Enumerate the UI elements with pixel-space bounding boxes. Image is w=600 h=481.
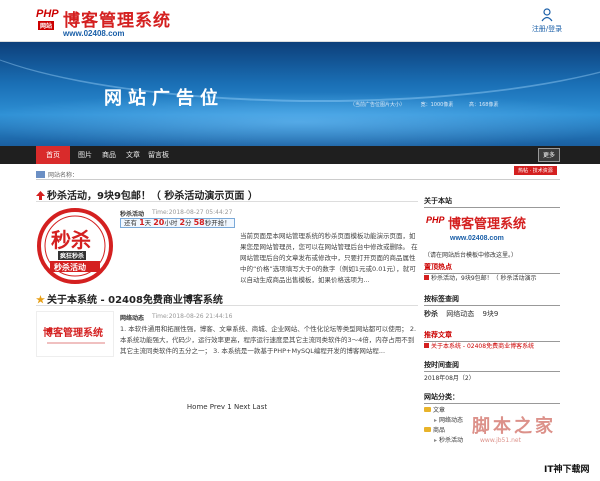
category-label: 秒杀活动 [439,437,464,444]
pagination[interactable]: Home Prev 1 Next Last [36,403,418,411]
tag-link[interactable]: 网络动态 [446,310,474,318]
sidebar-tags-heading: 按标签查阅 [424,294,560,306]
folder-icon [424,407,431,412]
sidebar-about-logo[interactable]: PHP 博客管理系统 www.02408.com [424,211,560,251]
countdown-timer: 还有 1天 20小时 2分 58秒开抢！ [120,218,235,228]
php-logo-icon: PHP [426,215,445,225]
bullet-icon [424,275,429,280]
tag-link[interactable]: 秒杀 [424,310,438,318]
sidebar-about: 关于本站 PHP 博客管理系统 www.02408.com （请在网站后台模板中… [424,196,560,261]
top-bar: PHP 网站 博客管理系统 www.02408.com 注册/登录 [0,0,600,42]
ad-banner[interactable]: 网站广告位 （当前广告位图片大小） 宽：1000像素 高：168像素 [0,42,600,146]
nav-item-images[interactable]: 图片 [78,146,92,164]
sidebar-recommended-item[interactable]: 关于本系统 - 02408免费商业博客系统 [424,342,560,352]
article-time: Time:2018-08-27 05:44:27 [152,209,233,216]
countdown-days-unit: 天 [144,219,152,227]
folder-icon [424,427,431,432]
main-nav: 首页 图片 商品 文章 留言板 更多 [0,146,600,164]
sidebar-recommended: 推荐文章 关于本系统 - 02408免费商业博客系统 [424,330,560,352]
thumb-logo-text: 博客管理系统 [43,328,103,339]
banner-meta-width: 宽：1000像素 [420,102,454,108]
sidebar-top-item-text: 秒杀活动，9块9包邮！（ 秒杀活动演示 [431,275,537,282]
article-title[interactable]: 关于本系统 - 02408免费商业博客系统 [36,291,223,306]
thumb-badge: 疯狂秒杀 [58,251,87,260]
banner-meta-note: （当前广告位图片大小） [350,102,406,108]
divider [36,201,418,202]
category-label: 商品 [433,427,446,434]
nav-item-home[interactable]: 首页 [36,146,70,164]
article-thumbnail[interactable]: 博客管理系统 [36,311,114,357]
thumb-line-decoration [47,342,105,344]
logo-title: 博客管理系统 [63,11,171,31]
sidebar-top: 置顶热点 秒杀活动，9块9包邮！（ 秒杀活动演示 [424,262,560,284]
countdown-seconds: 58 [193,218,205,227]
logo-badge: 网站 [38,21,55,30]
banner-title: 网站广告位 [104,88,224,109]
login-link[interactable]: 注册/登录 [522,8,572,34]
category-label: 网络动态 [439,417,464,424]
login-label: 注册/登录 [531,25,563,33]
article-summary: 1. 本软件通用和拓展性强，博客、文章系统、商城、企业网站、个性化论坛等类型网站… [120,325,417,355]
sidebar-about-note: （请在网站后台模板中修改这里。） [424,252,518,259]
nav-item-guestbook[interactable]: 留言板 [148,146,169,164]
user-icon [541,8,553,22]
countdown-prefix: 还有 [124,219,137,227]
banner-meta-height: 高：168像素 [468,102,499,108]
nav-more-button[interactable]: 更多 [538,148,561,162]
sidebar-top-item[interactable]: 秒杀活动，9块9包邮！（ 秒杀活动演示 [424,274,560,284]
breadcrumb: 网站名称： 热帖 · 技术资源 [36,166,560,180]
article-time: Time:2018-08-26 21:44:16 [152,313,233,320]
sidebar-recommended-heading: 推荐文章 [424,330,560,342]
logo-site-url: www.02408.com [63,29,125,38]
tree-branch-icon: ▸ [434,437,438,444]
nav-item-articles[interactable]: 文章 [126,146,140,164]
sidebar-tags: 按标签查阅 秒杀 网络动态 9块9 [424,294,560,319]
article-item-flash-sale: 秒杀活动，9块9包邮！（ 秒杀活动演示页面 ） 秒杀 疯狂秒杀 秒杀活动 秒杀活… [36,187,418,297]
sidebar-logo-site: www.02408.com [450,235,504,242]
sidebar-tag-list: 秒杀 网络动态 9块9 [424,309,560,319]
thumb-main-text: 秒杀 [51,228,91,252]
article-category[interactable]: 秒杀活动 [120,209,144,218]
category-label: 文章 [433,407,446,414]
site-logo[interactable]: PHP 网站 博客管理系统 www.02408.com [36,4,170,38]
sidebar-archive: 按时间查阅 2018年08月（2） [424,360,560,384]
article-category[interactable]: 网络动态 [120,313,144,322]
site-icon [36,171,45,178]
divider [36,305,418,306]
article-item-about: 关于本系统 - 02408免费商业博客系统 博客管理系统 网络动态 Time:2… [36,291,418,401]
corner-watermark: IT神下载网 [542,462,592,475]
sidebar-categories-heading: 网站分类： [424,392,560,404]
logo-php-text: PHP [36,8,59,20]
nav-item-products[interactable]: 商品 [102,146,116,164]
tree-branch-icon: ▸ [434,417,438,424]
sidebar-about-heading: 关于本站 [424,196,560,208]
hot-flag-badge[interactable]: 热帖 · 技术资源 [514,166,557,175]
star-icon [36,295,45,304]
article-thumbnail[interactable]: 秒杀 疯狂秒杀 秒杀活动 [36,207,114,285]
sidebar-logo-title: 博客管理系统 [448,217,527,232]
banner-meta: （当前广告位图片大小） 宽：1000像素 高：168像素 [350,101,512,108]
tag-link[interactable]: 9块9 [482,310,498,318]
article-summary: 当前页面是本网站管理系统的秒杀页面模板功能演示页面，如果您是网站管理员，您可以在… [240,232,418,284]
breadcrumb-label: 网站名称： [48,172,79,179]
bullet-icon [424,343,429,348]
watermark-text: 脚本之家 [472,416,556,437]
countdown-hours-unit: 小时 [164,219,178,227]
article-title[interactable]: 秒杀活动，9块9包邮！（ 秒杀活动演示页面 ） [36,187,258,202]
countdown-hours: 20 [153,218,165,227]
sidebar-top-heading: 置顶热点 [424,262,560,274]
sidebar-recommended-item-text: 关于本系统 - 02408免费商业博客系统 [431,343,535,350]
countdown-seconds-unit: 秒开抢！ [204,219,231,227]
countdown-minutes-unit: 分 [185,219,192,227]
up-arrow-icon [36,191,45,200]
thumb-sub-text: 秒杀活动 [54,263,86,272]
watermark-url: www.jb51.net [480,437,521,444]
sidebar-archive-heading: 按时间查阅 [424,360,560,372]
sidebar-archive-item[interactable]: 2018年08月（2） [424,374,560,384]
